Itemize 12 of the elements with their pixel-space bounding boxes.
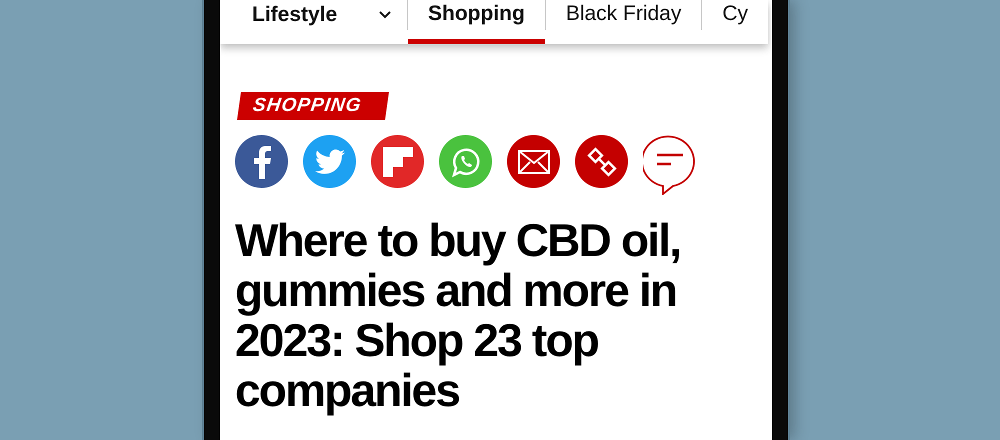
flipboard-icon[interactable] [371, 135, 424, 188]
category-label[interactable]: SHOPPING [237, 92, 390, 120]
nav-tab[interactable]: Shopping [408, 0, 545, 44]
link-icon[interactable] [575, 135, 628, 188]
article-headline: Where to buy CBD oil, gummies and more in 2023: Shop 23 top companies [235, 215, 682, 415]
nav-tab[interactable]: Cy [702, 0, 768, 44]
envelope-icon[interactable] [507, 135, 560, 188]
chevron-down-icon [379, 11, 392, 19]
bird-icon[interactable] [303, 135, 356, 188]
comment-icon[interactable] [643, 135, 697, 195]
nav-tab[interactable]: Black Friday [546, 0, 702, 44]
section-menu[interactable]: Lifestyle [220, 0, 408, 30]
